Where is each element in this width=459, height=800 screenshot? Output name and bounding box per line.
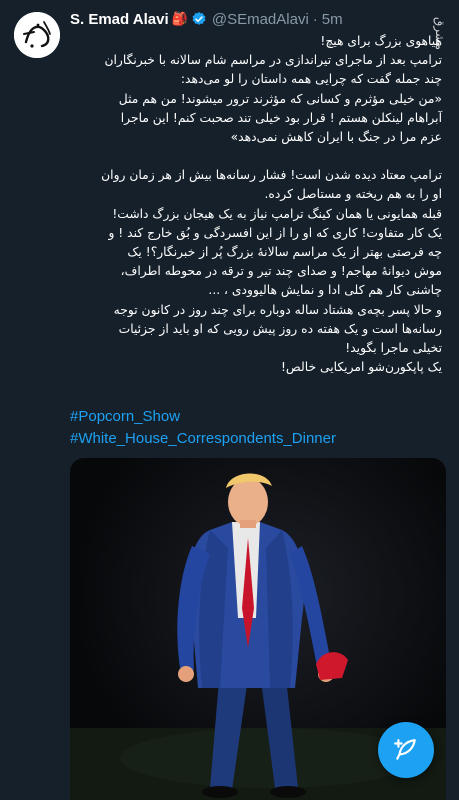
tweet-line: یک کار متفاوت! کاری که او را از این افسر… bbox=[108, 225, 442, 240]
author-name[interactable]: S. Emad Alavi bbox=[70, 11, 169, 28]
tweet-line: چند جمله گفت که چرایی همه داستان را لو م… bbox=[180, 72, 442, 87]
tweet-line: ترامپ معتاد دیده شدن است! فشار رسانه‌ها … bbox=[101, 168, 442, 183]
compose-feather-icon bbox=[394, 739, 416, 760]
hashtag-link[interactable]: #Popcorn_Show bbox=[70, 406, 336, 428]
verified-badge-icon bbox=[192, 12, 206, 25]
hashtags: #Popcorn_Show #White_House_Correspondent… bbox=[70, 406, 336, 450]
backpack-emoji: 🎒 bbox=[171, 11, 188, 26]
author-handle[interactable]: @SEmadAlavi bbox=[212, 11, 309, 28]
tweet-line: چه فرصتی بهتر از یک مراسم سالانهٔ بزرگ پ… bbox=[127, 245, 442, 260]
tweet[interactable]: S. Emad Alavi 🎒 @SEmadAlavi · 5m مشرق هی… bbox=[0, 0, 459, 800]
calligraphy-avatar-icon bbox=[14, 12, 60, 58]
tweet-text: هیاهوی بزرگ برای هیچ! ترامپ بعد از ماجرا… bbox=[68, 32, 442, 377]
tweet-line: عزم مرا در جنگ با ایران کاهش نمی‌دهد» bbox=[230, 130, 442, 145]
tweet-line: ترامپ بعد از ماجرای تیراندازی در مراسم ش… bbox=[104, 53, 442, 68]
tweet-header: S. Emad Alavi 🎒 @SEmadAlavi · 5m bbox=[70, 8, 450, 30]
author-avatar[interactable] bbox=[14, 12, 60, 58]
compose-tweet-button[interactable] bbox=[378, 722, 434, 778]
tweet-line: تخیلی ماجرا بگوید! bbox=[345, 341, 442, 356]
tweet-line: چاشنی کار هم کلی ادا و نمایش هالیوودی ، … bbox=[208, 283, 442, 298]
tweet-line: یک پاپکورن‌شو امریکایی خالص! bbox=[280, 360, 442, 375]
separator-dot: · bbox=[312, 10, 318, 28]
tweet-line: او را به هم ریخته و مستاصل کرده. bbox=[264, 187, 442, 202]
tweet-timestamp[interactable]: 5m bbox=[322, 11, 343, 28]
hashtag-link[interactable]: #White_House_Correspondents_Dinner bbox=[70, 428, 336, 450]
tweet-line: رسانه‌ها است و یک هفته ده روز پیش رویی ک… bbox=[118, 321, 442, 336]
tweet-line: هیاهوی بزرگ برای هیچ! bbox=[320, 34, 442, 48]
tweet-line: موش دیوانهٔ مهاجم! و صدای چند تیر و ترقه… bbox=[120, 264, 442, 279]
tweet-line: و حالا پسر بچه‌ی هشتاد ساله دوباره برای … bbox=[113, 302, 442, 317]
tweet-line: قبله همایونی یا همان کینگ ترامپ نیاز به … bbox=[112, 206, 442, 221]
tweet-line: «من خیلی مؤثرم و کسانی که مؤثرند ترور می… bbox=[118, 91, 442, 106]
tweet-line: آبراهام لینکلن هستم ! قرار بود خیلی تند … bbox=[120, 110, 442, 125]
